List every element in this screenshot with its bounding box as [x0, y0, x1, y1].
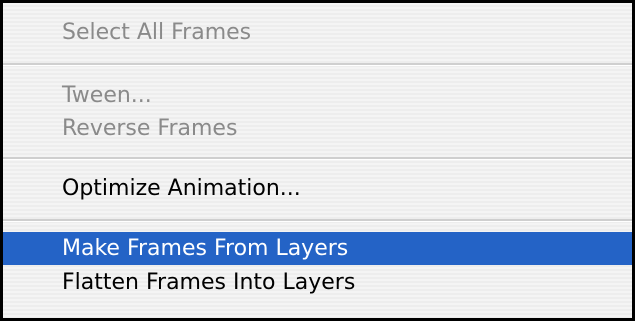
- menu-item-tween[interactable]: Tween...: [3, 78, 632, 114]
- menu-item-optimize-animation[interactable]: Optimize Animation...: [3, 171, 632, 207]
- menu-separator: [3, 157, 632, 160]
- menu-item-make-frames-from-layers[interactable]: Make Frames From Layers: [3, 232, 632, 265]
- menu-item-select-all-frames[interactable]: Select All Frames: [3, 15, 632, 51]
- animation-menu: Select All Frames Tween... Reverse Frame…: [0, 0, 635, 321]
- menu-item-reverse-frames[interactable]: Reverse Frames: [3, 111, 632, 147]
- menu-separator: [3, 219, 632, 222]
- menu-item-flatten-frames-into-layers[interactable]: Flatten Frames Into Layers: [3, 265, 632, 301]
- menu-separator: [3, 63, 632, 66]
